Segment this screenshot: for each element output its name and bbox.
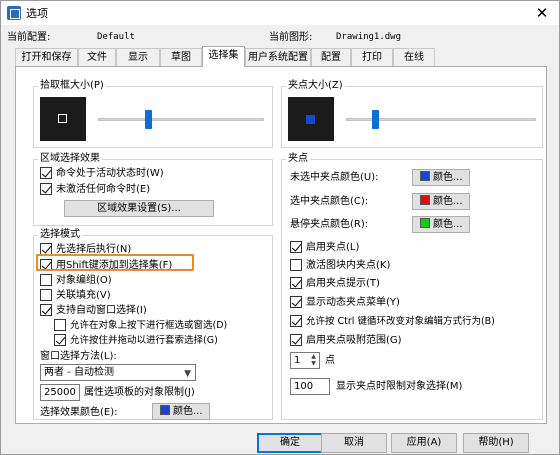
area-effect-inactive-label: 未激活任何命令时(E) — [56, 184, 151, 195]
area-effect-inactive-checkbox[interactable] — [40, 183, 52, 195]
grip-size-group: 夹点大小(Z) — [281, 79, 543, 148]
red-swatch — [420, 195, 430, 205]
grip-preview — [288, 97, 334, 141]
tab-profiles[interactable]: 配置 — [311, 48, 351, 66]
allow-press-checkbox[interactable] — [54, 319, 66, 331]
title-bar: 选项 ✕ — [1, 1, 559, 25]
object-group-label: 对象编组(O) — [56, 275, 112, 286]
selection-effect-color-button[interactable]: 颜色... — [152, 403, 210, 420]
grips-in-blocks-label: 激活图块内夹点(K) — [306, 260, 391, 271]
chevron-down-icon: ▼ — [184, 369, 191, 379]
pickbox-group: 拾取框大小(P) — [33, 79, 273, 148]
shift-option-highlight — [36, 254, 194, 271]
grip-snap-label: 启用夹点吸附范围(G) — [306, 335, 402, 346]
tab-online[interactable]: 在线 — [393, 48, 435, 66]
current-profile-label: 当前配置: — [7, 32, 51, 43]
tab-selection[interactable]: 选择集 — [202, 46, 245, 67]
spinner-arrows-icon[interactable]: ▲ ▼ — [309, 353, 318, 368]
app-icon — [7, 6, 21, 20]
ok-button[interactable]: 确定 — [257, 433, 323, 453]
dynamic-grip-menu-checkbox[interactable] — [290, 296, 302, 308]
grip-snap-checkbox[interactable] — [290, 334, 302, 346]
pickbox-preview — [40, 97, 86, 141]
grip-snap-spinner[interactable]: 1 ▲ ▼ — [290, 352, 320, 369]
tab-plot[interactable]: 打印 — [351, 48, 393, 66]
tab-files[interactable]: 文件 — [78, 48, 116, 66]
grips-title: 夹点 — [286, 152, 310, 165]
blue-swatch — [420, 171, 430, 181]
window-method-select[interactable]: 两者 - 自动检测 ▼ — [40, 364, 196, 381]
hover-grip-color-label: 悬停夹点颜色(R): — [290, 219, 369, 230]
ctrl-cycle-checkbox[interactable] — [290, 315, 302, 327]
selection-mode-title: 选择模式 — [38, 228, 82, 241]
options-dialog: 选项 ✕ 当前配置: Default 当前图形: Drawing1.dwg 打开… — [0, 0, 560, 455]
grip-size-title: 夹点大小(Z) — [286, 79, 345, 92]
tab-open-save[interactable]: 打开和保存 — [15, 48, 78, 66]
selected-grip-color-text: 颜色... — [433, 196, 463, 207]
cancel-button[interactable]: 取消 — [321, 433, 387, 453]
property-limit-input[interactable]: 25000 — [40, 384, 80, 401]
pickbox-square — [58, 114, 67, 123]
pickbox-title: 拾取框大小(P) — [38, 79, 106, 92]
lasso-checkbox[interactable] — [54, 334, 66, 346]
enable-grips-checkbox[interactable] — [290, 241, 302, 253]
window-title: 选项 — [26, 7, 48, 20]
close-icon[interactable]: ✕ — [531, 2, 553, 24]
selection-panel: 拾取框大小(P) 夹点大小(Z) 区域选择效果 命令处于活动状态时(W) 未激活… — [15, 66, 547, 424]
selection-effect-color-text: 颜色... — [173, 406, 203, 417]
apply-button[interactable]: 应用(A) — [391, 433, 457, 453]
unselected-grip-color-text: 颜色... — [433, 172, 463, 183]
tab-display[interactable]: 显示 — [116, 48, 160, 66]
current-drawing-value: Drawing1.dwg — [336, 32, 402, 42]
pickbox-slider-track[interactable] — [98, 118, 264, 121]
grips-group: 夹点 未选中夹点颜色(U): 颜色... 选中夹点颜色(C): 颜色... 悬停… — [281, 152, 543, 420]
implied-window-label: 支持自动窗口选择(I) — [56, 305, 147, 316]
assoc-hatch-checkbox[interactable] — [40, 289, 52, 301]
property-limit-value: 25000 — [44, 387, 76, 398]
grip-snap-value: 1 — [294, 355, 301, 366]
pickbox-slider-thumb[interactable] — [144, 110, 152, 129]
window-method-label: 窗口选择方法(L): — [40, 351, 117, 362]
grip-snap-unit: 点 — [325, 355, 335, 366]
allow-press-label: 允许在对象上按下进行框选或窗选(D) — [70, 320, 228, 331]
selected-grip-color-button[interactable]: 颜色... — [412, 193, 470, 210]
unselected-grip-color-label: 未选中夹点颜色(U): — [290, 172, 379, 183]
area-effect-group: 区域选择效果 命令处于活动状态时(W) 未激活任何命令时(E) 区域效果设置(S… — [33, 152, 273, 226]
green-swatch — [420, 218, 430, 228]
grip-object-limit-label: 显示夹点时限制对象选择(M) — [336, 381, 463, 392]
blue-swatch — [160, 405, 170, 415]
grip-object-limit-input[interactable]: 100 — [290, 378, 330, 395]
unselected-grip-color-button[interactable]: 颜色... — [412, 169, 470, 186]
hover-grip-color-text: 颜色... — [433, 219, 463, 230]
selection-effect-color-label: 选择效果颜色(E): — [40, 407, 118, 418]
assoc-hatch-label: 关联填充(V) — [56, 290, 111, 301]
grips-in-blocks-checkbox[interactable] — [290, 259, 302, 271]
grip-slider-thumb[interactable] — [371, 110, 379, 129]
area-effect-active-label: 命令处于活动状态时(W) — [56, 168, 164, 179]
area-effect-title: 区域选择效果 — [38, 152, 102, 165]
area-effect-settings-button[interactable]: 区域效果设置(S)... — [64, 200, 214, 217]
grip-square — [306, 115, 315, 124]
grip-object-limit-value: 100 — [294, 381, 314, 392]
hover-grip-color-button[interactable]: 颜色... — [412, 216, 470, 233]
tab-drafting[interactable]: 草图 — [160, 48, 202, 66]
property-limit-label: 属性选项板的对象限制(J) — [84, 387, 195, 398]
ctrl-cycle-label: 允许按 Ctrl 键循环改变对象编辑方式行为(B) — [306, 316, 495, 327]
object-group-checkbox[interactable] — [40, 274, 52, 286]
window-method-value: 两者 - 自动检测 — [44, 367, 114, 378]
area-effect-active-checkbox[interactable] — [40, 167, 52, 179]
current-drawing-label: 当前图形: — [269, 32, 313, 43]
grip-tips-checkbox[interactable] — [290, 277, 302, 289]
tab-user-preferences[interactable]: 用户系统配置 — [245, 48, 311, 66]
implied-window-checkbox[interactable] — [40, 304, 52, 316]
current-profile-value: Default — [97, 32, 135, 42]
grip-tips-label: 启用夹点提示(T) — [306, 278, 380, 289]
enable-grips-label: 启用夹点(L) — [306, 242, 360, 253]
lasso-label: 允许按住并拖动以进行套索选择(G) — [70, 335, 218, 346]
selected-grip-color-label: 选中夹点颜色(C): — [290, 196, 369, 207]
dynamic-grip-menu-label: 显示动态夹点菜单(Y) — [306, 297, 400, 308]
help-button[interactable]: 帮助(H) — [463, 433, 529, 453]
